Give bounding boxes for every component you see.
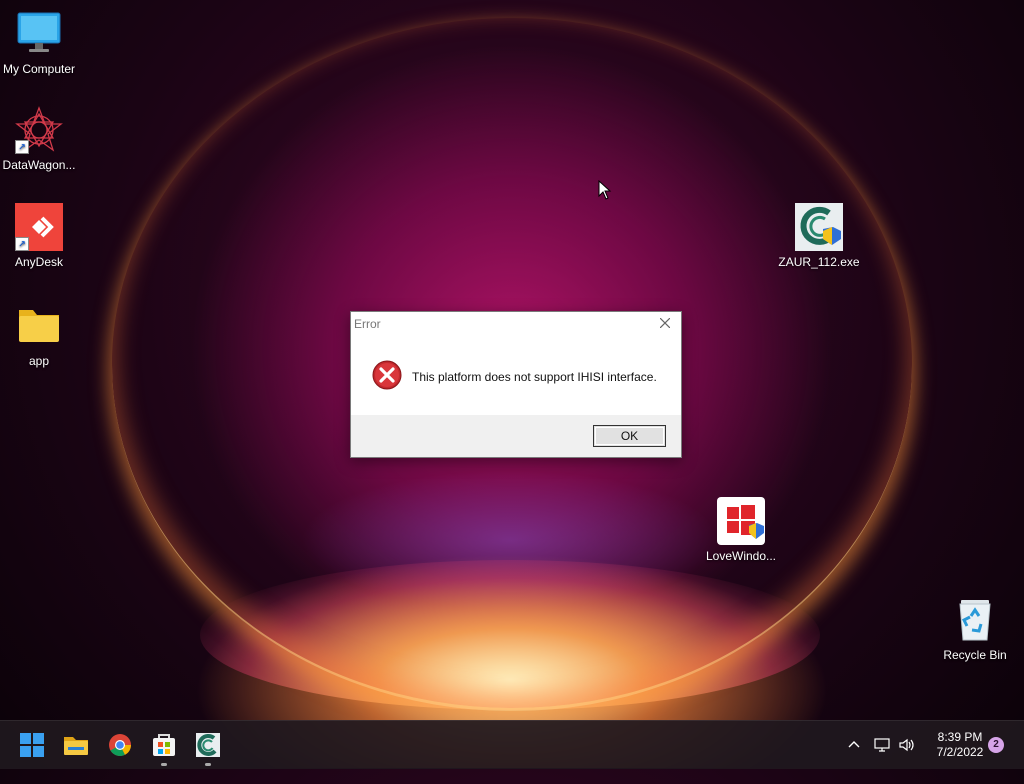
- desktop-icon-datawagon[interactable]: ↗ DataWagon...: [0, 106, 81, 172]
- desktop-icon-label: DataWagon...: [2, 158, 76, 172]
- file-explorer-icon: [64, 737, 88, 755]
- dialog-message: This platform does not support IHISI int…: [412, 370, 657, 384]
- clock-time: 8:39 PM: [937, 730, 983, 744]
- store-icon: [153, 734, 175, 756]
- start-icon: [20, 733, 44, 757]
- lovewindows-icon: [717, 497, 765, 545]
- show-hidden-icons-button[interactable]: [846, 736, 862, 784]
- notification-badge[interactable]: 2: [988, 737, 1004, 753]
- close-icon: [659, 315, 671, 332]
- desktop-icon-label: ZAUR_112.exe: [778, 255, 860, 269]
- desktop-icon-label: AnyDesk: [14, 255, 64, 269]
- zaur-app-icon: [196, 733, 220, 757]
- monitor-icon: [15, 10, 63, 58]
- wallpaper-glow-bottom: [200, 560, 820, 710]
- close-button[interactable]: [649, 312, 681, 336]
- desktop-icon-my-computer[interactable]: My Computer: [0, 10, 81, 76]
- desktop-icon-label: LoveWindo...: [705, 549, 777, 563]
- mouse-cursor-icon: [598, 179, 612, 205]
- folder-icon: [15, 302, 63, 350]
- speaker-icon: [899, 738, 914, 752]
- desktop-icon-label: app: [28, 354, 50, 368]
- running-indicator: [161, 763, 167, 766]
- error-icon: [372, 360, 402, 390]
- network-button[interactable]: [873, 736, 891, 784]
- ok-button[interactable]: OK: [593, 425, 666, 447]
- clock[interactable]: 8:39 PM 7/2/2022: [924, 730, 996, 760]
- desktop-icon-label: Recycle Bin: [943, 648, 1007, 662]
- zaur-app-button[interactable]: [192, 729, 224, 766]
- recycle-bin-icon: [951, 596, 999, 644]
- file-explorer-button[interactable]: [60, 729, 92, 761]
- chrome-icon: [109, 734, 131, 756]
- dialog-title: Error: [354, 317, 381, 331]
- desktop-icon-lovewindows[interactable]: LoveWindo...: [699, 497, 783, 563]
- store-button[interactable]: [148, 729, 180, 766]
- desktop-icon-anydesk[interactable]: ↗ AnyDesk: [0, 203, 81, 269]
- volume-button[interactable]: [898, 736, 916, 784]
- desktop-icon-zaur-exe[interactable]: ZAUR_112.exe: [777, 203, 861, 269]
- taskbar: 8:39 PM 7/2/2022 2: [0, 720, 1024, 769]
- desktop-icon-app-folder[interactable]: app: [0, 302, 81, 368]
- error-dialog: Error This platform does not support IHI…: [350, 311, 682, 458]
- start-button[interactable]: [16, 729, 48, 761]
- dialog-footer: OK: [351, 415, 681, 457]
- datawagon-icon: ↗: [15, 106, 63, 154]
- wallpaper-glow: [300, 470, 720, 610]
- desktop-icon-recycle-bin[interactable]: Recycle Bin: [933, 596, 1017, 662]
- shortcut-arrow-icon: ↗: [15, 140, 29, 154]
- running-indicator: [205, 763, 211, 766]
- clock-date: 7/2/2022: [936, 745, 984, 759]
- network-icon: [874, 738, 890, 752]
- shortcut-arrow-icon: ↗: [15, 237, 29, 251]
- chevron-up-icon: [848, 741, 860, 748]
- chrome-button[interactable]: [104, 729, 136, 761]
- zaur-exe-icon: [795, 203, 843, 251]
- desktop-icon-label: My Computer: [2, 62, 76, 76]
- anydesk-icon: ↗: [15, 203, 63, 251]
